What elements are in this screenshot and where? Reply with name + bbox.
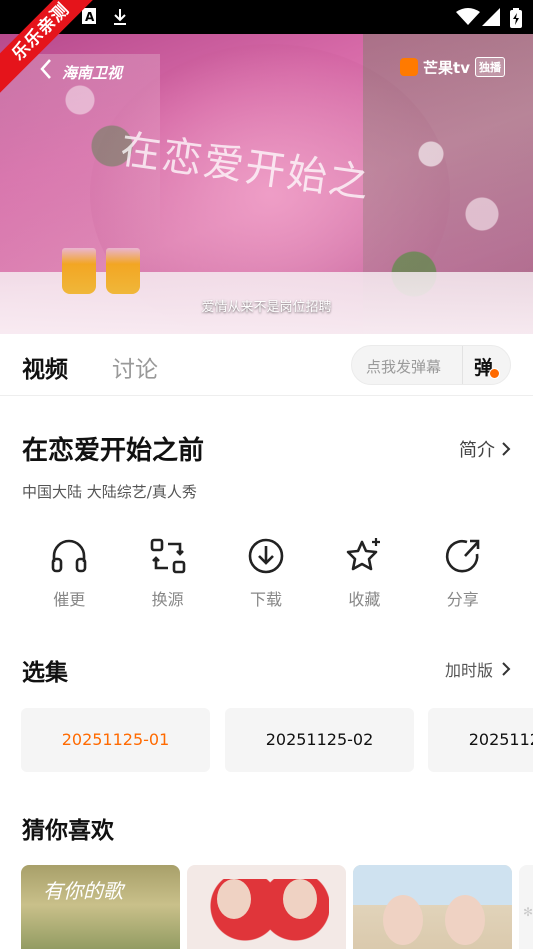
episode-item[interactable]: 20251125-02 [225,708,414,772]
poster-person [383,895,423,945]
variant-link[interactable]: 加时版 [445,657,511,681]
action-label: 分享 [446,590,479,609]
chevron-right-icon [502,662,511,676]
star-sparkle-icon [347,538,381,571]
tab-video[interactable]: 视频 [22,350,68,384]
platform-name: 芒果tv [423,58,470,77]
show-meta: 中国大陆 大陆综艺/真人秀 [22,483,197,501]
signal-icon [482,8,500,30]
download-button[interactable]: 下载 [217,536,315,616]
platform-logo: 芒果tv 独播 [400,56,505,78]
intro-link[interactable]: 简介 [459,436,511,462]
channel-logo: 海南卫视 [62,64,123,82]
juice-glass [62,248,96,294]
action-row: 催更 换源 下载 收藏 分享 [20,536,512,616]
poster-person [283,879,317,919]
battery-icon [510,8,522,32]
download-icon [112,8,128,30]
back-arrow-icon[interactable] [34,56,60,82]
share-button[interactable]: 分享 [414,536,512,616]
poster-script: 有你的歌 [43,879,123,903]
snowflake-icon: ✻ [523,905,533,919]
recommendation-list: 有你的歌 ✻ [21,865,533,949]
action-label: 收藏 [348,590,381,609]
danmaku-on-icon [489,368,500,379]
tab-discussion[interactable]: 讨论 [112,350,158,384]
mgtv-icon [400,58,419,76]
intro-link-label: 简介 [459,440,495,461]
episode-list: 20251125-01 20251125-02 20251126-01 [21,708,533,772]
show-title: 在恋爱开始之前 [22,436,205,466]
divider [462,346,463,384]
variant-link-label: 加时版 [444,661,493,680]
switch-source-icon [150,538,185,574]
recommendation-card[interactable]: 有你的歌 [21,865,180,949]
episode-item[interactable]: 20251125-01 [21,708,210,772]
action-label: 催更 [53,590,86,609]
wifi-icon [456,8,480,30]
recommendation-card[interactable]: ✻ [519,865,533,949]
danmaku-placeholder: 点我发弹幕 [366,358,442,376]
action-label: 换源 [151,590,184,609]
chevron-right-icon [502,442,511,456]
share-icon [445,539,480,573]
favorite-button[interactable]: 收藏 [315,536,413,616]
exclusive-badge: 独播 [475,57,505,77]
switch-source-button[interactable]: 换源 [118,536,216,616]
poster-person [217,879,251,919]
action-label: 下载 [249,590,282,609]
recommendations-title: 猜你喜欢 [22,818,114,844]
poster-sky [353,865,512,905]
remind-update-button[interactable]: 催更 [20,536,118,616]
tabs-bar: 视频 讨论 点我发弹幕 弹 [0,334,533,396]
juice-glass [106,248,140,294]
video-subtitle: 爱情从来不是岗位招聘 [201,300,332,315]
recommendation-card[interactable] [353,865,512,949]
notification-a-icon: A [82,8,96,28]
danmaku-input[interactable]: 点我发弹幕 弹 [351,345,511,385]
headphones-icon [51,539,87,573]
video-player[interactable]: 在恋爱开始之 海南卫视 芒果tv 独播 爱情从来不是岗位招聘 [0,34,533,334]
download-icon [248,538,284,574]
svg-text:A: A [85,10,95,24]
poster-person [445,895,485,945]
episodes-title: 选集 [22,660,68,686]
recommendation-card[interactable] [187,865,346,949]
episode-item[interactable]: 20251126-01 [428,708,533,772]
